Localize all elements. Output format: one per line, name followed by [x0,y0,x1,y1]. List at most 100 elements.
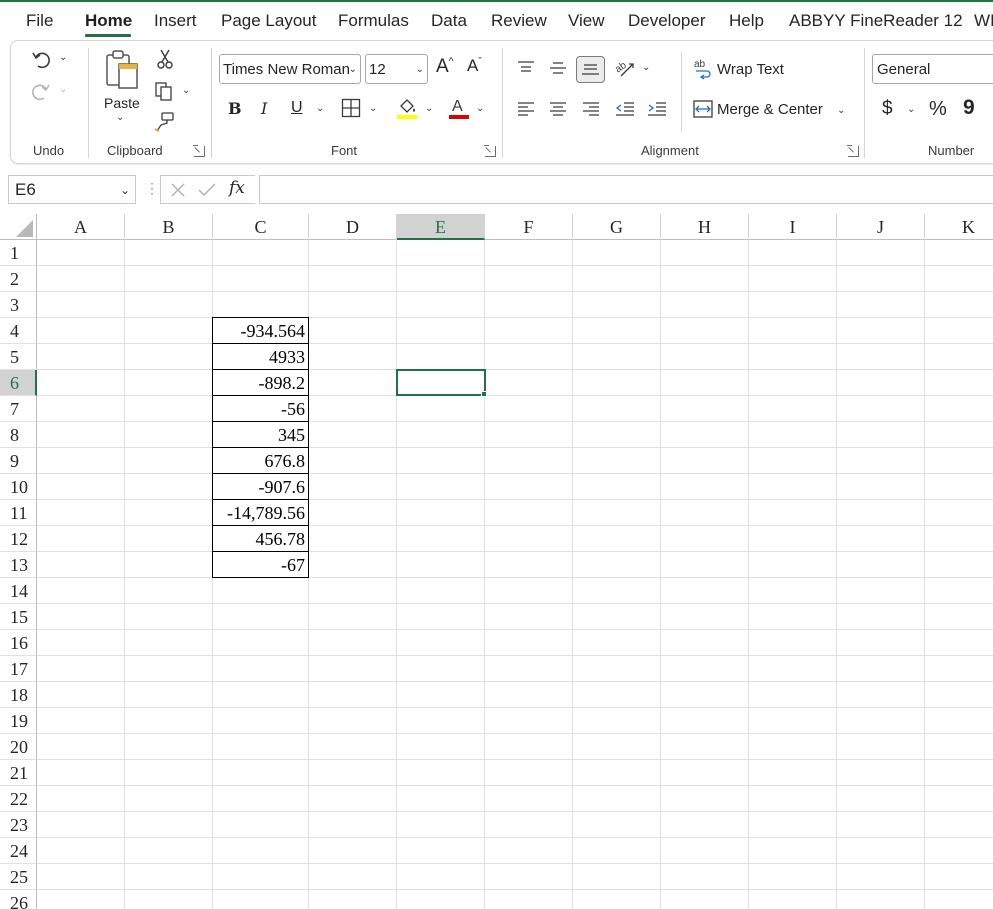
borders-dropdown-icon[interactable]: ⌄ [369,103,377,114]
column-header-e[interactable]: E [397,214,485,240]
cell-c6[interactable]: -898.2 [212,370,309,396]
increase-font-size-icon[interactable]: A^ [436,56,453,78]
font-launcher-icon[interactable] [484,145,496,157]
column-header-c[interactable]: C [213,214,309,240]
row-header-21[interactable]: 21 [0,760,37,786]
row-header-3[interactable]: 3 [0,292,37,318]
align-center-icon[interactable] [547,98,569,120]
bottom-align-button[interactable] [576,56,605,83]
tab-developer[interactable]: Developer [628,11,706,31]
cell-c13[interactable]: -67 [212,552,309,578]
cell-c9[interactable]: 676.8 [212,448,309,474]
row-header-18[interactable]: 18 [0,682,37,708]
paste-label[interactable]: Paste [104,95,140,111]
cell-c7[interactable]: -56 [212,396,309,422]
name-box[interactable]: E6 ⌄ [8,175,136,204]
paste-dropdown-icon[interactable]: ⌄ [116,112,124,123]
font-size-dropdown[interactable]: 12 ⌄ [365,54,428,84]
copy-dropdown-icon[interactable]: ⌄ [182,85,190,96]
row-header-24[interactable]: 24 [0,838,37,864]
column-header-k[interactable]: K [925,214,993,240]
cell-c8[interactable]: 345 [212,422,309,448]
row-header-15[interactable]: 15 [0,604,37,630]
wrap-text-icon[interactable]: ab [692,57,714,81]
number-format-dropdown[interactable]: General [872,54,993,84]
tab-data[interactable]: Data [431,11,467,31]
row-header-12[interactable]: 12 [0,526,37,552]
merge-center-button[interactable]: Merge & Center [717,101,823,118]
paste-icon[interactable] [103,48,141,92]
row-header-6[interactable]: 6 [0,370,37,396]
tab-file[interactable]: File [26,11,53,31]
cell-c4[interactable]: -934.564 [212,317,309,344]
row-header-25[interactable]: 25 [0,864,37,890]
middle-align-icon[interactable] [547,57,569,79]
redo-dropdown-icon[interactable]: ⌄ [59,84,67,95]
cell-c10[interactable]: -907.6 [212,474,309,500]
undo-icon[interactable] [26,46,56,72]
fill-color-dropdown-icon[interactable]: ⌄ [425,103,433,114]
column-header-h[interactable]: H [661,214,749,240]
column-header-b[interactable]: B [125,214,213,240]
column-header-i[interactable]: I [749,214,837,240]
row-header-17[interactable]: 17 [0,656,37,682]
chevron-down-icon[interactable]: ⌄ [416,64,424,75]
row-header-9[interactable]: 9 [0,448,37,474]
undo-dropdown-icon[interactable]: ⌄ [59,52,67,63]
tab-overflow[interactable]: WI [974,11,993,31]
merge-center-icon[interactable] [692,98,714,120]
cell-c12[interactable]: 456.78 [212,526,309,552]
row-header-5[interactable]: 5 [0,344,37,370]
wrap-text-button[interactable]: Wrap Text [717,61,784,78]
active-cell-e6[interactable] [396,369,486,396]
alignment-launcher-icon[interactable] [847,145,859,157]
enter-icon[interactable] [197,179,217,201]
row-header-10[interactable]: 10 [0,474,37,500]
font-color-icon[interactable]: A [447,95,471,121]
percent-button[interactable]: % [929,98,947,121]
tab-abbyy-finereader[interactable]: ABBYY FineReader 12 [789,11,963,31]
row-header-14[interactable]: 14 [0,578,37,604]
decrease-indent-icon[interactable] [613,98,637,120]
font-color-dropdown-icon[interactable]: ⌄ [476,103,484,114]
row-header-20[interactable]: 20 [0,734,37,760]
tab-help[interactable]: Help [729,11,764,31]
column-header-j[interactable]: J [837,214,925,240]
row-header-2[interactable]: 2 [0,266,37,292]
align-left-icon[interactable] [515,98,537,120]
worksheet-grid[interactable]: A B C D E F G H I J K 1 2 3 4 5 6 7 8 9 10 11 12 13 1… [0,214,993,909]
row-header-13[interactable]: 13 [0,552,37,578]
fill-handle[interactable] [481,391,487,397]
underline-dropdown-icon[interactable]: ⌄ [316,103,324,114]
top-align-icon[interactable] [515,57,537,79]
borders-icon[interactable] [340,97,362,119]
tab-formulas[interactable]: Formulas [338,11,409,31]
row-header-19[interactable]: 19 [0,708,37,734]
column-header-g[interactable]: G [573,214,661,240]
tab-review[interactable]: Review [491,11,547,31]
orientation-dropdown-icon[interactable]: ⌄ [642,62,650,73]
chevron-down-icon[interactable]: ⌄ [349,64,357,75]
merge-center-dropdown-icon[interactable]: ⌄ [837,105,845,116]
cancel-icon[interactable] [168,179,188,201]
tab-home[interactable]: Home [85,11,132,31]
decrease-font-size-icon[interactable]: Aˇ [467,56,482,76]
orientation-icon[interactable]: ab [612,56,638,80]
formula-bar-grip-icon[interactable]: ⋮ [145,180,159,197]
bold-button[interactable]: B [228,99,242,118]
italic-button[interactable]: I [261,99,267,118]
row-header-1[interactable]: 1 [0,240,37,266]
currency-dropdown-icon[interactable]: ⌄ [907,104,915,115]
redo-icon[interactable] [26,78,56,104]
chevron-down-icon[interactable]: ⌄ [120,183,130,197]
currency-button[interactable]: $ [882,98,893,120]
align-right-icon[interactable] [580,98,602,120]
comma-style-button[interactable]: 9 [963,96,975,120]
cell-c11[interactable]: -14,789.56 [212,500,309,526]
column-header-d[interactable]: D [309,214,397,240]
copy-icon[interactable] [152,80,176,102]
row-header-26[interactable]: 26 [0,890,37,909]
row-header-7[interactable]: 7 [0,396,37,422]
row-header-4[interactable]: 4 [0,318,37,344]
tab-view[interactable]: View [568,11,605,31]
